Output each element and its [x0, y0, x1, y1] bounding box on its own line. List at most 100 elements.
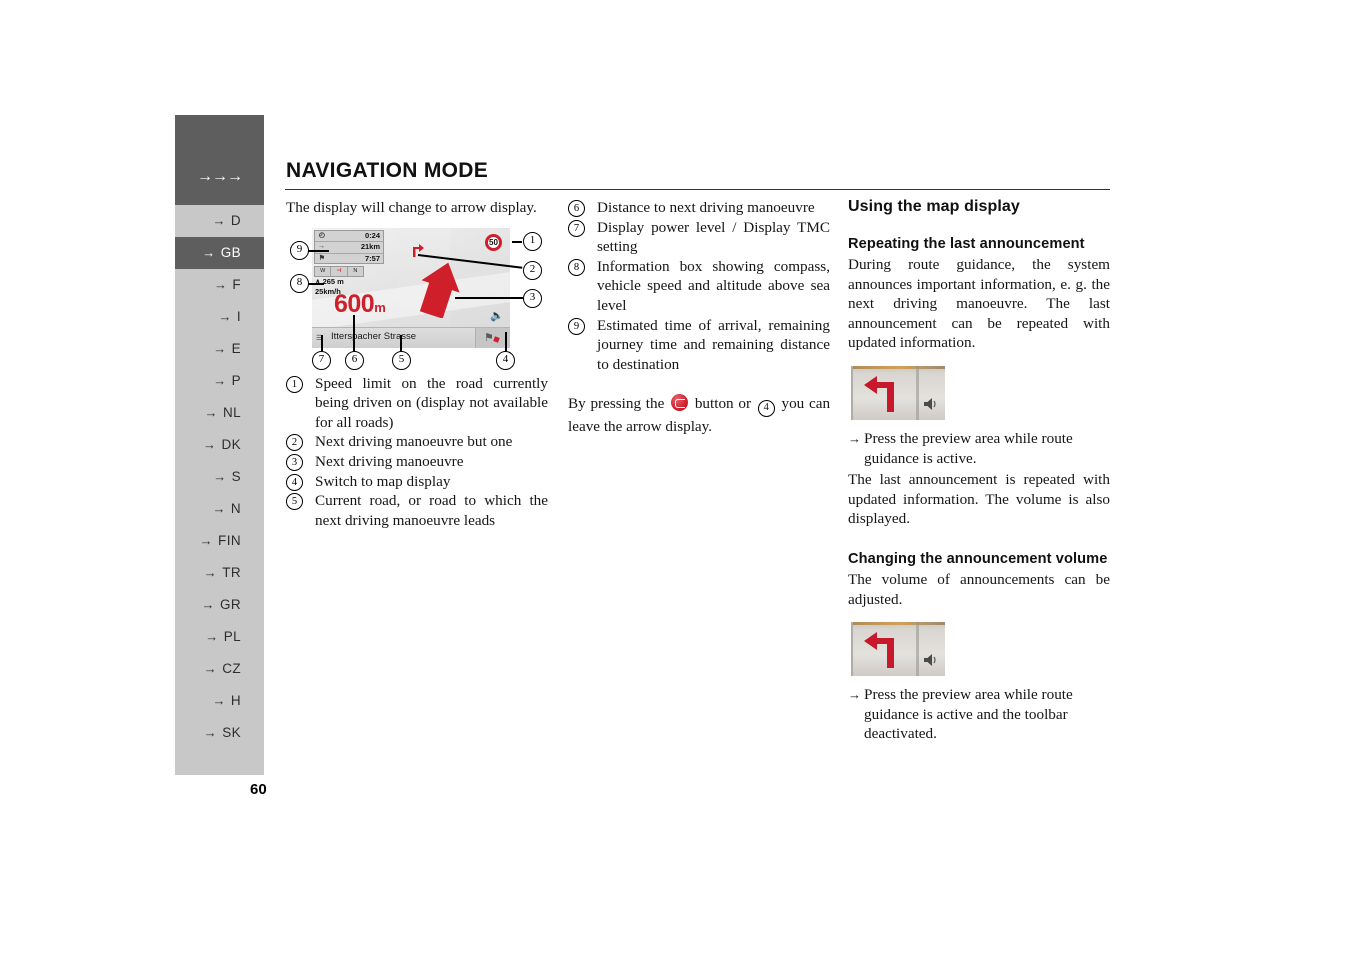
- arrow-bullet-icon: →: [848, 430, 861, 446]
- list-item: 5 Current road, or road to which the next…: [286, 491, 548, 530]
- sidebar-item-label: D: [230, 213, 241, 228]
- sidebar-item-d[interactable]: → D: [175, 205, 264, 237]
- closing-part-1: By pressing the: [568, 395, 665, 413]
- sidebar-item-nl[interactable]: → NL: [175, 397, 264, 429]
- sidebar-item-dk[interactable]: → DK: [175, 429, 264, 461]
- distance-number: 600: [334, 290, 375, 318]
- page-title: NAVIGATION MODE: [286, 159, 489, 182]
- sidebar-item-label: CZ: [222, 661, 241, 676]
- speed-limit-sign-icon: 50: [485, 234, 502, 251]
- arrow-icon: →: [202, 245, 216, 260]
- list-item-text: Next driving manoeuvre but one: [315, 433, 513, 451]
- sidebar-item-label: S: [231, 469, 241, 484]
- arrow-icon: →: [212, 693, 226, 708]
- list-item: 3 Next driving manoeuvre: [286, 452, 548, 472]
- sidebar-item-label: N: [230, 501, 241, 516]
- sidebar-item-p[interactable]: → P: [175, 365, 264, 397]
- eta-value-2: 7:57: [364, 253, 380, 263]
- list-item: 4 Switch to map display: [286, 472, 548, 492]
- sidebar-item-tr[interactable]: → TR: [175, 557, 264, 589]
- sidebar-item-label: F: [232, 277, 241, 292]
- arrow-icon: →: [203, 437, 217, 452]
- sidebar-item-s[interactable]: → S: [175, 461, 264, 493]
- compass-seg-n: N: [353, 268, 358, 274]
- sidebar-item-e[interactable]: → E: [175, 333, 264, 365]
- compass-seg-w: W: [315, 267, 332, 276]
- callout-4: 4: [496, 351, 515, 370]
- arrow-icon: →: [204, 405, 218, 420]
- sidebar-item-fin[interactable]: → FIN: [175, 525, 264, 557]
- block-heading-0: Repeating the last announcement: [848, 236, 1085, 252]
- sidebar-header-block: →→→: [175, 115, 264, 205]
- column-middle: 6 Distance to next driving manoeuvre 7 Disp…: [568, 198, 830, 437]
- sidebar-item-h[interactable]: → H: [175, 685, 264, 717]
- page-number: 60: [250, 781, 267, 798]
- arrow-icon: →: [213, 373, 227, 388]
- eta-value-0: 0:24: [364, 231, 380, 240]
- block-paragraph-1: The volume of announcements can be adjus…: [848, 570, 1110, 608]
- leader-line-9: [307, 250, 329, 252]
- list-item-text: Information box showing compass, vehicle…: [597, 257, 830, 314]
- list-number-badge: 2: [286, 434, 303, 452]
- sidebar-item-pl[interactable]: → PL: [175, 621, 264, 653]
- sidebar-item-gb[interactable]: → GB: [175, 237, 264, 269]
- list-item: 1 Speed limit on the road currently being…: [286, 374, 548, 433]
- block-heading-1: Changing the announcement volume: [848, 550, 1108, 567]
- list-number-badge: 8: [568, 258, 585, 276]
- arrow-icon: →: [203, 725, 218, 740]
- clock-icon: ◴: [318, 232, 325, 239]
- numbered-list-middle: 6 Distance to next driving manoeuvre 7 Disp…: [568, 198, 830, 374]
- leader-line-6: [353, 315, 355, 351]
- arrow-icon: →: [203, 565, 218, 580]
- numbered-list-left: 1 Speed limit on the road currently being…: [286, 374, 548, 531]
- arrow-icon: →: [203, 661, 218, 676]
- speaker-icon: [924, 397, 936, 410]
- distance-unit: m: [374, 300, 386, 315]
- list-item-text: Switch to map display: [315, 472, 451, 490]
- arrow-icon: →: [213, 341, 227, 356]
- callout-8: 8: [290, 274, 309, 293]
- map-marker-accent-icon: [493, 336, 500, 343]
- arrow-icon: →: [212, 501, 226, 516]
- preview-photo-1-wrap: [851, 622, 1110, 677]
- list-item: 8 Information box showing compass, vehicl…: [568, 257, 830, 316]
- speaker-icon: [924, 654, 936, 667]
- sidebar-item-label: TR: [222, 565, 241, 580]
- preview-photo-0-wrap: [851, 365, 1110, 420]
- closing-part-2: button or: [694, 395, 751, 413]
- sidebar-item-cz[interactable]: → CZ: [175, 653, 264, 685]
- arrow-icon: →: [205, 629, 219, 644]
- photo-top-strip: [853, 365, 945, 369]
- arrow-icon: →: [201, 597, 215, 612]
- map-display-icon: ⚑: [484, 332, 494, 344]
- callout-1: 1: [523, 232, 542, 251]
- block-changing-volume: Changing the announcement volume The vol…: [848, 551, 1110, 744]
- sidebar-item-n[interactable]: → N: [175, 493, 264, 525]
- altitude-value: ∧ 265 m: [315, 277, 344, 286]
- navigation-bottom-bar: ☰ Itterspacher Strasse ⚑: [312, 327, 510, 348]
- sidebar-item-label: GB: [220, 245, 241, 260]
- sidebar-item-i[interactable]: → I: [175, 301, 264, 333]
- sidebar-item-label: H: [230, 693, 241, 708]
- column-right: Using the map display Repeating the last…: [848, 198, 1110, 744]
- callout-6: 6: [345, 351, 364, 370]
- sidebar-item-label: DK: [221, 437, 241, 452]
- sidebar-item-label: P: [231, 373, 241, 388]
- callout-7: 7: [312, 351, 331, 370]
- list-item: 7 Display power level / Display TMC setti…: [568, 218, 830, 257]
- sidebar-item-gr[interactable]: → GR: [175, 589, 264, 621]
- navigation-display-screenshot: ◴ 0:24 → 21km ⚑ 7:57 W ⊣ N ∧ 265 m 25km/…: [312, 228, 510, 348]
- leader-line-1: [512, 241, 522, 243]
- callout-5: 5: [392, 351, 411, 370]
- sidebar-item-label: FIN: [218, 533, 241, 548]
- sidebar-item-f[interactable]: → F: [175, 269, 264, 301]
- leader-line-8: [307, 283, 324, 285]
- sidebar-item-label: PL: [223, 629, 241, 644]
- sidebar-item-label: GR: [219, 597, 241, 612]
- leader-line-7: [321, 335, 323, 351]
- section-title: Using the map display: [848, 198, 1020, 215]
- sidebar-item-sk[interactable]: → SK: [175, 717, 264, 749]
- list-item: 9 Estimated time of arrival, remaining jo…: [568, 316, 830, 375]
- sidebar-item-label: E: [231, 341, 241, 356]
- distance-to-manoeuvre: 600m: [334, 290, 386, 319]
